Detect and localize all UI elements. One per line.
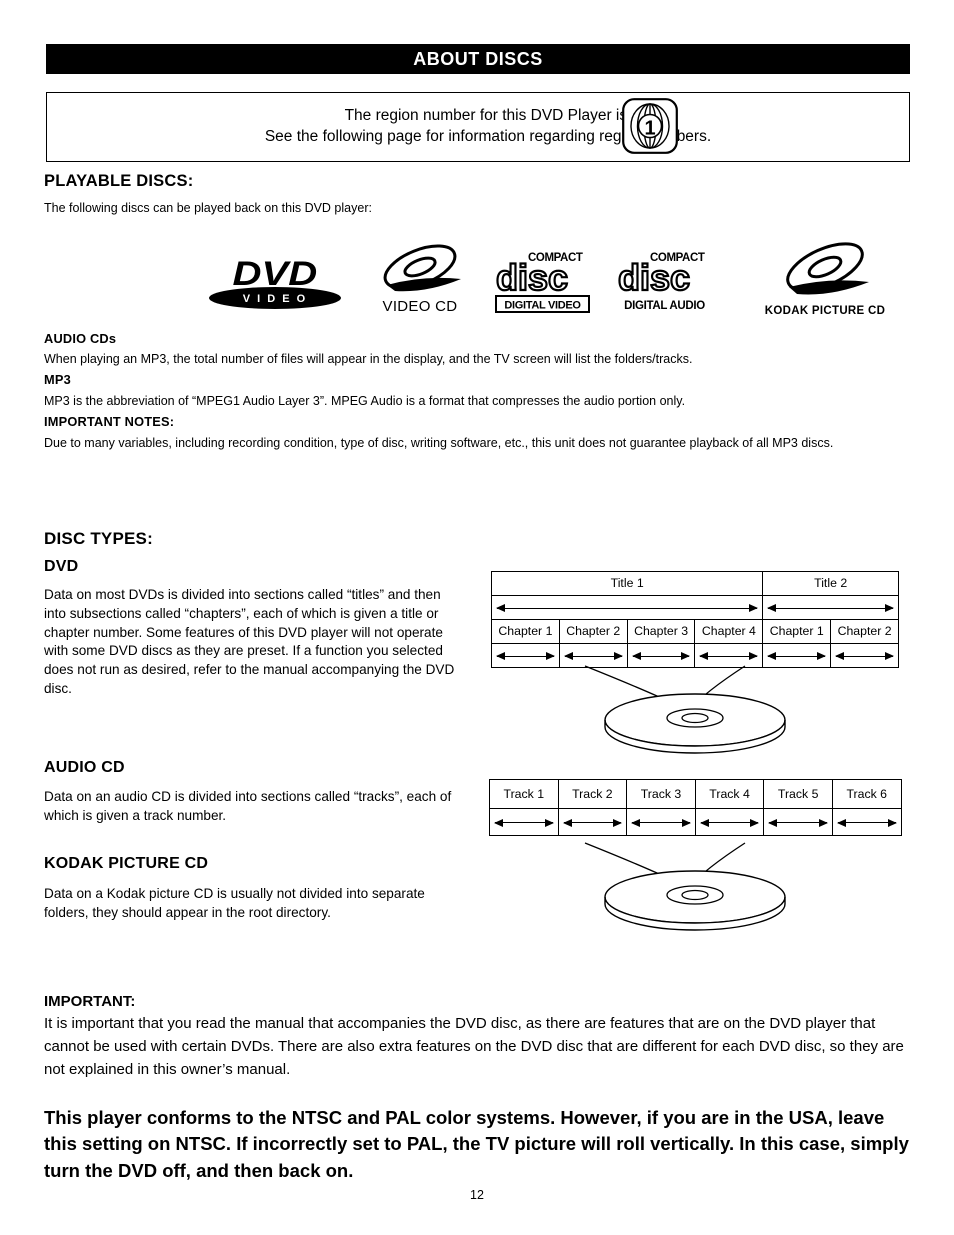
mp3-note-text: MP3 is the abbreviation of “MPEG1 Audio … <box>44 394 686 408</box>
important-text: It is important that you read the manual… <box>44 1015 904 1078</box>
track-arrow <box>626 808 696 836</box>
diagram-chapter-label-row: Chapter 1 Chapter 2 Chapter 3 Chapter 4 … <box>491 619 899 644</box>
title-2-label: Title 2 <box>762 571 899 596</box>
chapter-cell: Chapter 2 <box>558 619 628 644</box>
kodak-picture-cd-logo: KODAK PICTURE CD <box>745 235 905 317</box>
diagram-title-label-row: Title 1 Title 2 <box>490 571 899 596</box>
track-arrow <box>831 808 902 836</box>
compact-disc-digital-audio-logo: COMPACT disc DIGITAL AUDIO <box>617 248 712 313</box>
disc-types-heading: DISC TYPES: <box>44 529 153 548</box>
audio-cd-structure-diagram: Track 1 Track 2 Track 3 Track 4 Track 5 … <box>489 779 902 836</box>
track-arrow <box>489 808 559 836</box>
cdv-disc-text: disc <box>496 257 568 298</box>
audio-cds-note-text: When playing an MP3, the total number of… <box>44 352 693 366</box>
region-globe-icon: 1 <box>622 98 678 154</box>
chapter-cell: Chapter 2 <box>830 619 899 644</box>
region-number-value: 1 <box>644 118 655 140</box>
dvd-subheading: DVD <box>44 558 79 575</box>
audio-cd-disc-illustration <box>584 842 786 931</box>
dvd-logo-sub: V I D E O <box>243 293 307 305</box>
manual-page: ABOUT DISCS The region number for this D… <box>0 0 954 1235</box>
dvd-structure-diagram: Title 1 Title 2 Chapter 1 Chapter 2 Chap… <box>490 571 899 668</box>
track-cell: Track 2 <box>557 779 628 809</box>
dvd-video-logo: DVD V I D E O <box>205 251 345 311</box>
playable-discs-intro: The following discs can be played back o… <box>44 201 372 215</box>
disc-logos-row: DVD V I D E O VIDEO CD COMPACT disc DIGI… <box>205 233 905 328</box>
region-number-text: The region number for this DVD Player is… <box>47 106 909 148</box>
track-cell: Track 4 <box>694 779 765 809</box>
important-heading: IMPORTANT: <box>44 993 136 1010</box>
compact-disc-digital-video-logo: COMPACT disc DIGITAL VIDEO <box>495 248 590 313</box>
dvd-disc-illustration <box>584 665 786 754</box>
track-cell: Track 5 <box>763 779 833 809</box>
title-2-span-arrow <box>762 595 899 620</box>
track-cell: Track 6 <box>831 779 902 809</box>
chapter-cell: Chapter 3 <box>626 619 696 644</box>
audio-cd-description: Data on an audio CD is divided into sect… <box>44 789 452 823</box>
region-number-box: The region number for this DVD Player is… <box>46 92 910 162</box>
video-cd-logo: VIDEO CD <box>365 237 475 315</box>
chapter-cell: Chapter 1 <box>762 619 832 644</box>
kodak-picture-cd-subheading: KODAK PICTURE CD <box>44 855 209 872</box>
dvd-description: Data on most DVDs is divided into sectio… <box>44 587 455 696</box>
track-cell: Track 3 <box>626 779 696 809</box>
cda-caption: DIGITAL AUDIO <box>624 300 705 312</box>
diagram-track-arrow-row <box>489 808 902 836</box>
important-block: IMPORTANT: It is important that you read… <box>44 993 910 1081</box>
cda-disc-text: disc <box>618 257 690 298</box>
audio-cds-note-heading: AUDIO CDs <box>44 331 117 346</box>
title-1-label: Title 1 <box>490 571 764 596</box>
title-1-span-arrow <box>490 595 764 620</box>
playable-discs-heading: PLAYABLE DISCS: <box>44 172 194 190</box>
chapter-cell: Chapter 1 <box>491 619 560 644</box>
audio-cd-subheading: AUDIO CD <box>44 759 125 776</box>
kodak-picture-cd-description: Data on a Kodak picture CD is usually no… <box>44 886 425 920</box>
video-cd-caption: VIDEO CD <box>382 298 458 315</box>
dvd-logo-main: DVD <box>233 254 318 292</box>
mp3-note-heading: MP3 <box>44 372 71 387</box>
track-arrow <box>694 808 765 836</box>
region-line-1: The region number for this DVD Player is… <box>344 107 632 125</box>
chapter-cell: Chapter 4 <box>694 619 764 644</box>
diagram-title-arrow-row <box>490 595 899 620</box>
page-title: ABOUT DISCS <box>46 44 910 74</box>
ntsc-pal-notice: This player conforms to the NTSC and PAL… <box>44 1107 909 1181</box>
important-notes-heading: IMPORTANT NOTES: <box>44 414 175 429</box>
important-notes-text: Due to many variables, including recordi… <box>44 436 834 450</box>
kodak-caption: KODAK PICTURE CD <box>764 305 886 317</box>
track-arrow <box>763 808 833 836</box>
cdv-caption: DIGITAL VIDEO <box>504 300 581 312</box>
track-cell: Track 1 <box>489 779 559 809</box>
page-number: 12 <box>470 1188 484 1202</box>
diagram-track-label-row: Track 1 Track 2 Track 3 Track 4 Track 5 … <box>489 779 902 809</box>
track-arrow <box>557 808 628 836</box>
